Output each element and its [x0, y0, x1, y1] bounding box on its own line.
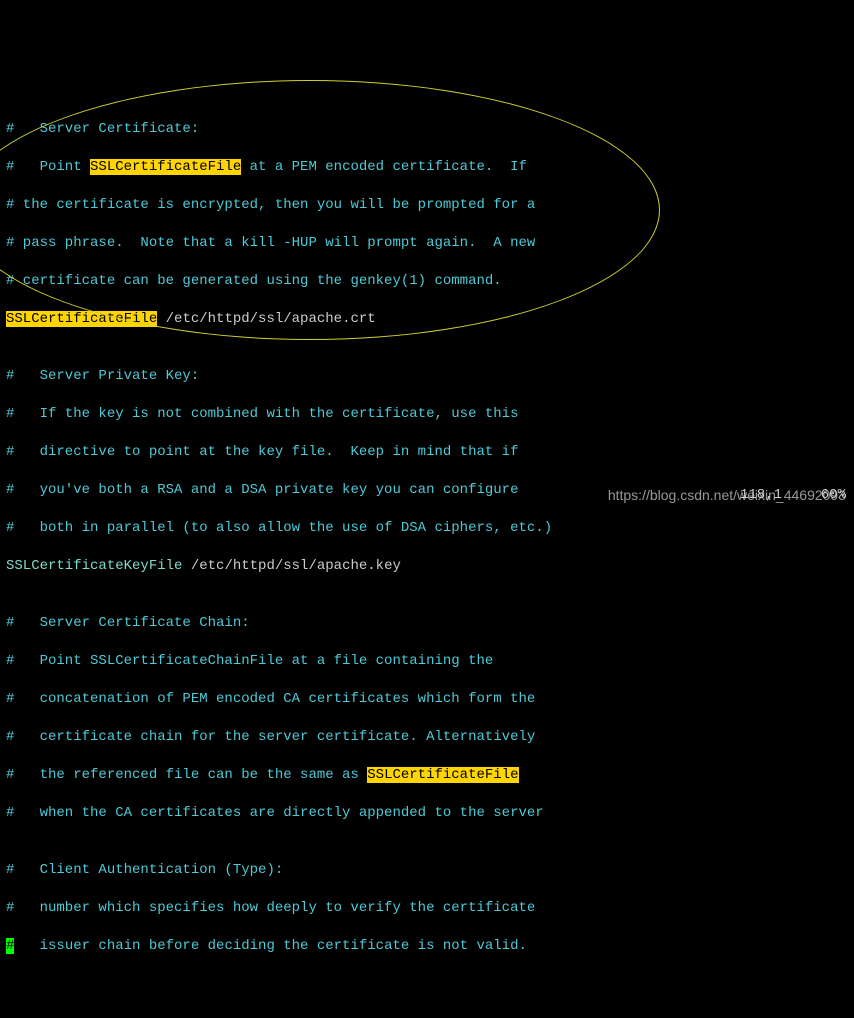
config-line: # Client Authentication (Type):: [6, 861, 854, 880]
config-line: # the referenced file can be the same as…: [6, 766, 854, 785]
file-path: /etc/httpd/ssl/apache.crt: [157, 311, 375, 327]
text: issuer chain before deciding the certifi…: [14, 938, 526, 954]
directive-name: SSLCertificateKeyFile: [6, 558, 182, 574]
config-line: # concatenation of PEM encoded CA certif…: [6, 690, 854, 709]
cursor: #: [6, 938, 14, 954]
config-line: # Server Certificate:: [6, 120, 854, 139]
config-line: # Server Private Key:: [6, 367, 854, 386]
watermark: https://blog.csdn.net/weixin_44692093: [608, 486, 846, 505]
config-line: # Server Certificate Chain:: [6, 614, 854, 633]
text: # Point: [6, 159, 90, 175]
config-line: # issuer chain before deciding the certi…: [6, 937, 854, 956]
text: at a PEM encoded certificate. If: [241, 159, 527, 175]
file-path: /etc/httpd/ssl/apache.key: [182, 558, 400, 574]
editor-viewport[interactable]: # Server Certificate: # Point SSLCertifi…: [6, 82, 854, 975]
config-line: # the certificate is encrypted, then you…: [6, 196, 854, 215]
config-line: # pass phrase. Note that a kill -HUP wil…: [6, 234, 854, 253]
search-match: SSLCertificateFile: [6, 311, 157, 327]
config-line: SSLCertificateFile /etc/httpd/ssl/apache…: [6, 310, 854, 329]
config-line: # Point SSLCertificateFile at a PEM enco…: [6, 158, 854, 177]
text: # the referenced file can be the same as: [6, 767, 367, 783]
config-line: # certificate can be generated using the…: [6, 272, 854, 291]
config-line: SSLCertificateKeyFile /etc/httpd/ssl/apa…: [6, 557, 854, 576]
search-match: SSLCertificateFile: [90, 159, 241, 175]
config-line: # certificate chain for the server certi…: [6, 728, 854, 747]
search-match: SSLCertificateFile: [367, 767, 518, 783]
config-line: # Point SSLCertificateChainFile at a fil…: [6, 652, 854, 671]
config-line: # directive to point at the key file. Ke…: [6, 443, 854, 462]
config-line: # when the CA certificates are directly …: [6, 804, 854, 823]
config-line: # If the key is not combined with the ce…: [6, 405, 854, 424]
config-line: # number which specifies how deeply to v…: [6, 899, 854, 918]
config-line: # both in parallel (to also allow the us…: [6, 519, 854, 538]
